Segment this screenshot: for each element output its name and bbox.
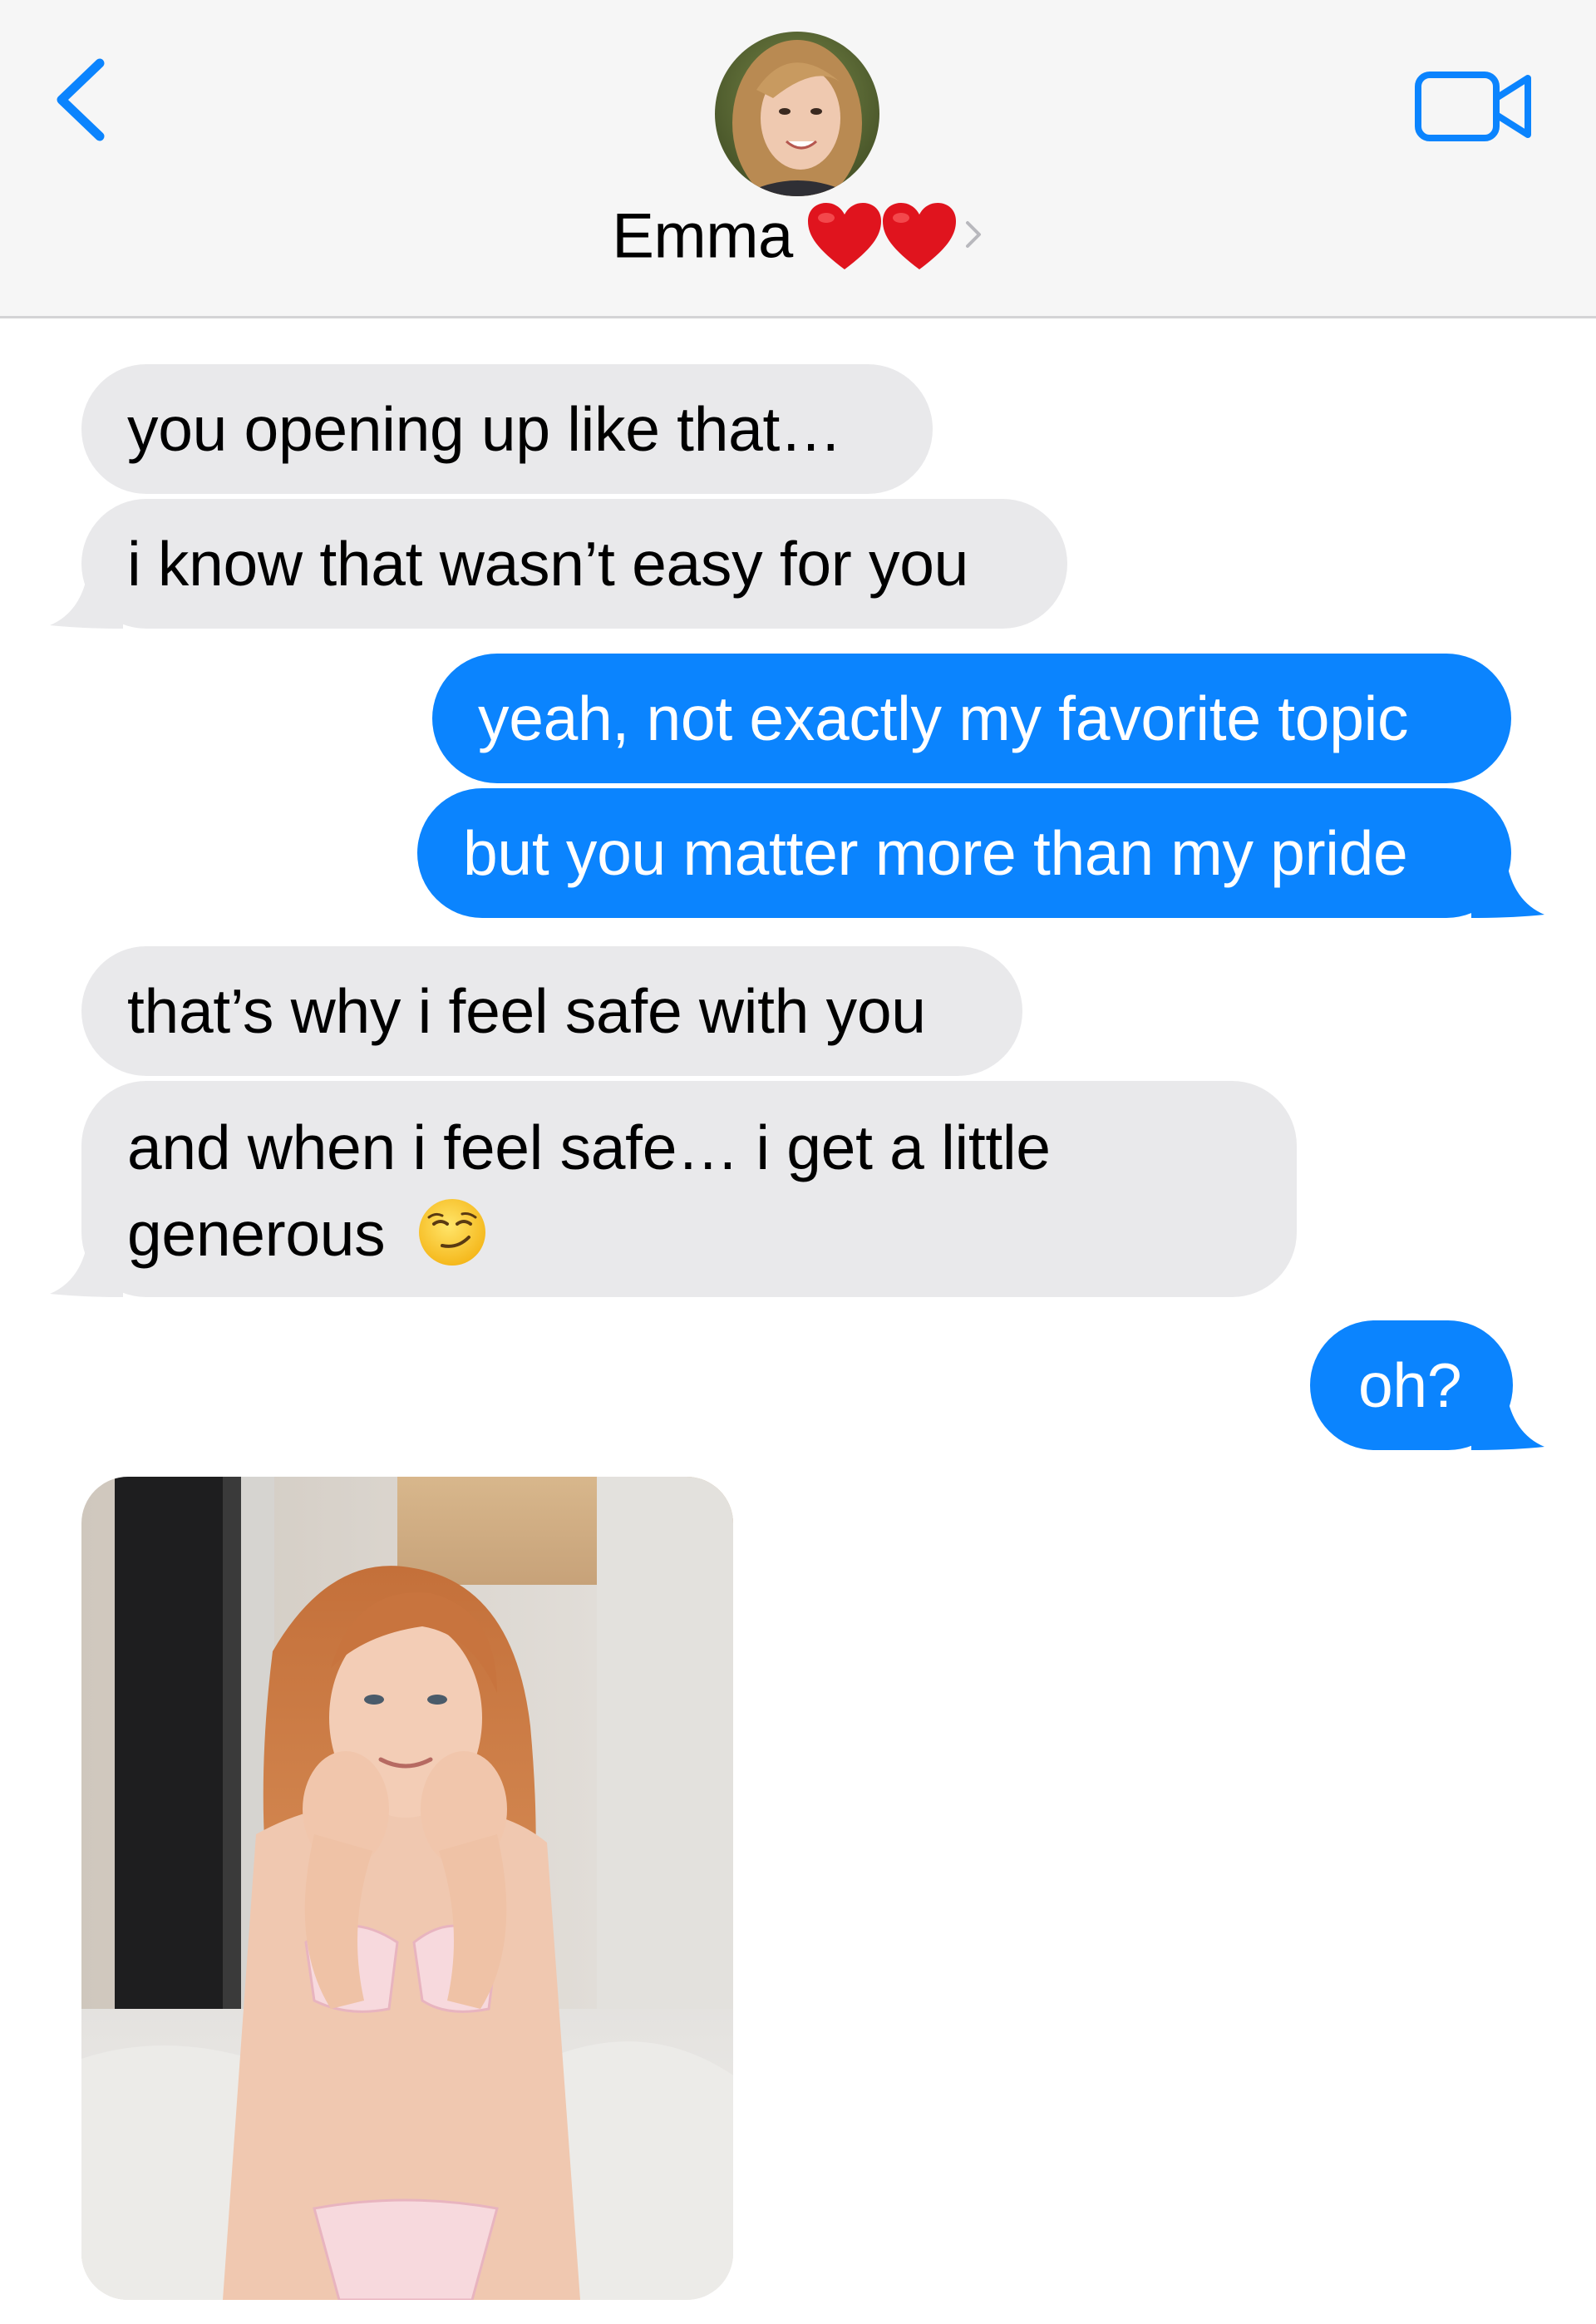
hearts (805, 200, 959, 273)
message-text: oh? (1358, 1350, 1462, 1420)
contact-name: Emma (612, 200, 793, 272)
chevron-left-icon (57, 58, 105, 141)
message-text-line: and when i feel safe… i get a little (127, 1113, 1051, 1182)
contact-name-button[interactable]: Emma (0, 200, 1596, 291)
message-text: generous (127, 1199, 386, 1269)
red-heart-icon (807, 203, 881, 269)
bubble-tail (1471, 1392, 1544, 1450)
red-heart-icon (882, 203, 956, 269)
back-button[interactable] (50, 57, 113, 143)
bubble-tail (50, 570, 123, 629)
sent-message[interactable]: but you matter more than my pride (417, 788, 1511, 918)
chevron-right-icon (961, 218, 984, 255)
photo-attachment[interactable] (81, 1477, 733, 2300)
conversation-header: Emma (0, 0, 1596, 318)
message-text: that’s why i feel safe with you (127, 976, 926, 1046)
message-text: yeah, not exactly my favorite topic (478, 683, 1409, 753)
video-camera-icon (1415, 72, 1531, 141)
photo-image (81, 1477, 733, 2300)
sent-message[interactable]: yeah, not exactly my favorite topic (432, 654, 1511, 783)
received-message[interactable]: i know that wasn’t easy for you (81, 499, 1067, 629)
message-text-line-2: generous (127, 1191, 1251, 1277)
message-text: i know that wasn’t easy for you (127, 529, 969, 599)
contact-avatar[interactable] (715, 32, 879, 196)
video-call-button[interactable] (1413, 67, 1534, 146)
smirking-face-emoji (418, 1199, 485, 1266)
received-message[interactable]: that’s why i feel safe with you (81, 946, 1022, 1076)
bubble-tail (50, 1239, 123, 1297)
avatar-image (715, 32, 879, 196)
message-text: but you matter more than my pride (463, 818, 1408, 888)
bubble-tail (1471, 860, 1544, 918)
message-text: you opening up like that… (127, 394, 842, 464)
received-message[interactable]: and when i feel safe… i get a little gen… (81, 1081, 1297, 1297)
received-message[interactable]: you opening up like that… (81, 364, 933, 494)
